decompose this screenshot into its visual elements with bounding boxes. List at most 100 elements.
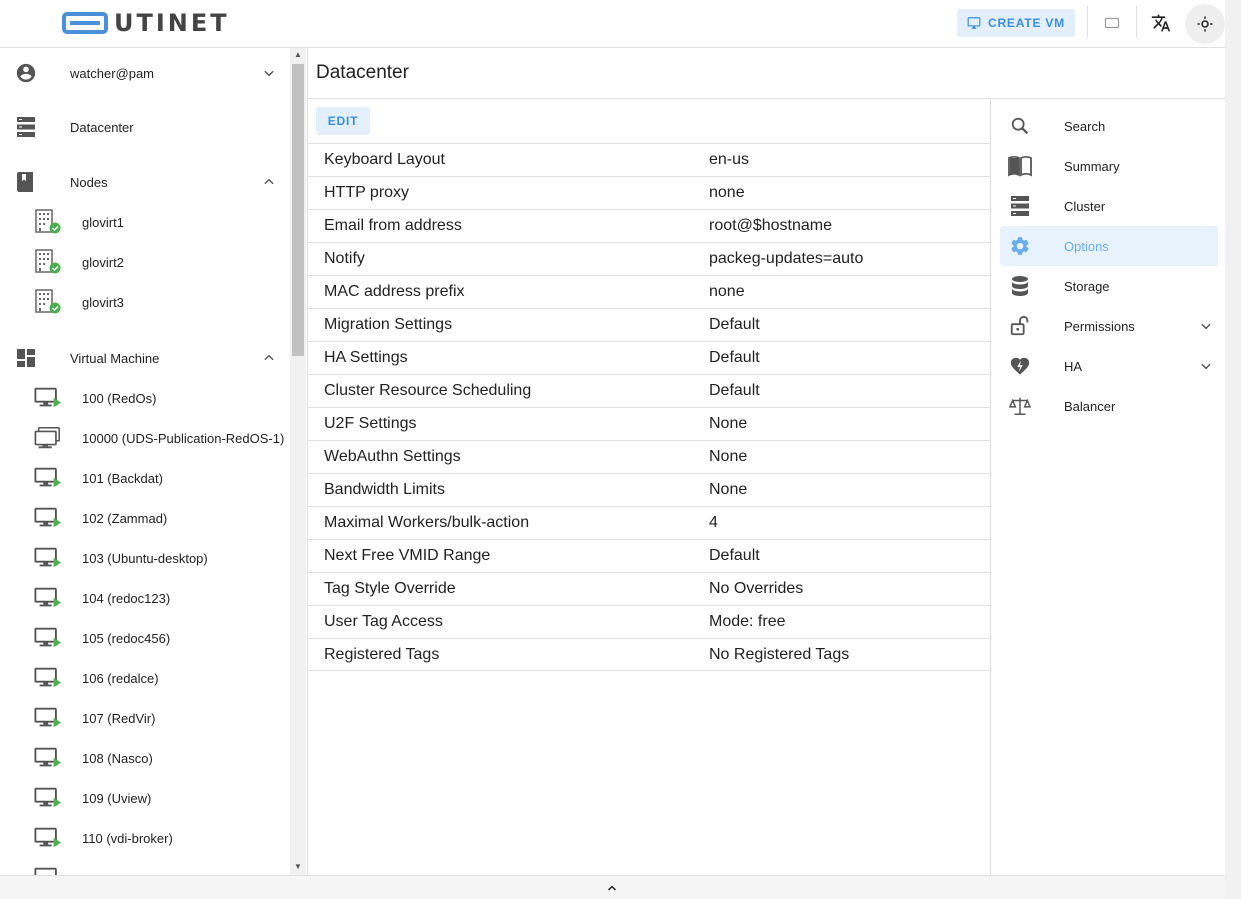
tree-nodes-row[interactable]: Nodes	[0, 162, 290, 202]
tree-vm-item[interactable]: 110 (vdi-broker)	[0, 818, 290, 858]
nav-item-label: Options	[1064, 238, 1109, 254]
option-row[interactable]: Registered Tags No Registered Tags	[308, 638, 991, 671]
chevron-down-icon[interactable]	[1196, 316, 1216, 336]
tree-vm-item[interactable]: 103 (Ubuntu-desktop)	[0, 538, 290, 578]
option-name: WebAuthn Settings	[324, 448, 461, 465]
chevron-down-icon[interactable]	[1196, 356, 1216, 376]
logo-mark	[62, 12, 108, 34]
toolbar-divider	[1136, 6, 1137, 38]
vm-running-icon	[34, 704, 62, 732]
toolbar-divider	[1087, 6, 1088, 38]
chevron-up-icon[interactable]	[259, 172, 279, 192]
tree-vm-row[interactable]: Virtual Machine	[0, 338, 290, 378]
tree-vm-item[interactable]: 107 (RedVir)	[0, 698, 290, 738]
theme-toggle-button[interactable]	[1185, 4, 1225, 44]
translate-icon	[1151, 14, 1171, 32]
tree-vm-item[interactable]: 104 (redoc123)	[0, 578, 290, 618]
option-row[interactable]: Email from address root@$hostname	[308, 209, 991, 242]
option-name: Email from address	[324, 217, 462, 234]
option-name: Registered Tags	[324, 645, 440, 663]
tree-vm-item[interactable]: 109 (Uview)	[0, 778, 290, 818]
option-name: MAC address prefix	[324, 283, 465, 300]
option-value: root@$hostname	[709, 217, 832, 234]
option-value: Default	[709, 316, 760, 333]
option-row[interactable]: Maximal Workers/bulk-action 4	[308, 506, 991, 539]
unlock-icon	[1008, 314, 1032, 338]
tree-vm-item-partial[interactable]	[0, 858, 290, 875]
tree-node-row[interactable]: glovirt2	[0, 242, 290, 282]
option-row[interactable]: MAC address prefix none	[308, 275, 991, 308]
option-value: None	[709, 415, 748, 432]
scroll-thumb[interactable]	[292, 64, 304, 356]
option-value: none	[709, 184, 745, 201]
tree-node-row[interactable]: glovirt1	[0, 202, 290, 242]
tree-vm-item[interactable]: 106 (redalce)	[0, 658, 290, 698]
option-row[interactable]: Cluster Resource Scheduling Default	[308, 374, 991, 407]
server-icon	[1008, 194, 1032, 218]
options-content: EDIT Keyboard Layout en-us HTTP proxy no…	[308, 99, 991, 875]
chevron-up-icon[interactable]	[602, 880, 622, 896]
option-name: Notify	[324, 250, 365, 267]
nav-item-label: Search	[1064, 118, 1106, 134]
nav-item-cluster[interactable]: Cluster	[1000, 186, 1218, 226]
create-vm-button[interactable]: CREATE VM	[957, 9, 1075, 37]
option-row[interactable]: WebAuthn Settings None	[308, 440, 991, 473]
nav-item-ha[interactable]: HA	[1000, 346, 1218, 386]
option-row[interactable]: Migration Settings Default	[308, 308, 991, 341]
option-row[interactable]: Notify packeg-updates=auto	[308, 242, 991, 275]
option-row[interactable]: Tag Style Override No Overrides	[308, 572, 991, 605]
tree-node-row[interactable]: glovirt3	[0, 282, 290, 322]
nav-item-label: HA	[1064, 358, 1083, 374]
option-row[interactable]: Bandwidth Limits None	[308, 473, 991, 506]
edit-button[interactable]: EDIT	[316, 107, 370, 135]
option-row[interactable]: User Tag Access Mode: free	[308, 605, 991, 638]
app-root: UTINET CREATE VM watcher@pam Datacenter …	[0, 0, 1241, 899]
nav-item-options[interactable]: Options	[1000, 226, 1218, 266]
tree-vm-item[interactable]: 101 (Backdat)	[0, 458, 290, 498]
nav-item-label: Storage	[1064, 278, 1110, 294]
tree-vm-item[interactable]: 102 (Zammad)	[0, 498, 290, 538]
option-row[interactable]: Next Free VMID Range Default	[308, 539, 991, 572]
tree-vm-item[interactable]: 100 (RedOs)	[0, 378, 290, 418]
vm-running-icon	[34, 584, 62, 612]
nav-item-permissions[interactable]: Permissions	[1000, 306, 1218, 346]
tree-user-row[interactable]: watcher@pam	[0, 53, 290, 93]
nav-item-search[interactable]: Search	[1000, 106, 1218, 146]
nav-item-summary[interactable]: Summary	[1000, 146, 1218, 186]
option-row[interactable]: HTTP proxy none	[308, 176, 991, 209]
account-icon	[12, 59, 40, 87]
window-toggle-button[interactable]	[1096, 8, 1128, 38]
logo[interactable]: UTINET	[62, 9, 230, 37]
option-value: None	[709, 481, 748, 498]
scale-icon	[1008, 394, 1032, 418]
option-name: HTTP proxy	[324, 184, 410, 201]
nav-item-storage[interactable]: Storage	[1000, 266, 1218, 306]
tree-vm-item[interactable]: 105 (redoc456)	[0, 618, 290, 658]
vm-running-icon	[34, 384, 62, 412]
tree-user-label: watcher@pam	[70, 65, 155, 81]
option-row[interactable]: U2F Settings None	[308, 407, 991, 440]
tree-nodes-label: Nodes	[70, 174, 108, 190]
tree-scrollbar[interactable]: ▲ ▼	[290, 48, 306, 875]
tree-datacenter-label: Datacenter	[70, 119, 134, 135]
scroll-down-arrow[interactable]: ▼	[293, 862, 303, 872]
tree-vm-label: 105 (redoc456)	[82, 630, 171, 646]
option-name: Maximal Workers/bulk-action	[324, 514, 530, 531]
language-button[interactable]	[1145, 8, 1177, 38]
option-row[interactable]: Keyboard Layout en-us	[308, 143, 991, 176]
tree-vm-label: 107 (RedVir)	[82, 710, 156, 726]
chevron-down-icon[interactable]	[259, 63, 279, 83]
nav-item-balancer[interactable]: Balancer	[1000, 386, 1218, 426]
main-header: Datacenter	[308, 48, 1226, 99]
scroll-up-arrow[interactable]: ▲	[293, 50, 303, 60]
option-value: Default	[709, 382, 760, 399]
tree-vm-item[interactable]: 108 (Nasco)	[0, 738, 290, 778]
option-row[interactable]: HA Settings Default	[308, 341, 991, 374]
tree-vm-label: 103 (Ubuntu-desktop)	[82, 550, 208, 566]
tree-vm-item[interactable]: 10000 (UDS-Publication-RedOS-1)	[0, 418, 290, 458]
page-scrollbar[interactable]	[1225, 0, 1241, 899]
vm-running-icon	[34, 504, 62, 532]
chevron-up-icon[interactable]	[259, 348, 279, 368]
brightness-icon	[1197, 16, 1213, 32]
tree-datacenter-row[interactable]: Datacenter	[0, 107, 290, 147]
